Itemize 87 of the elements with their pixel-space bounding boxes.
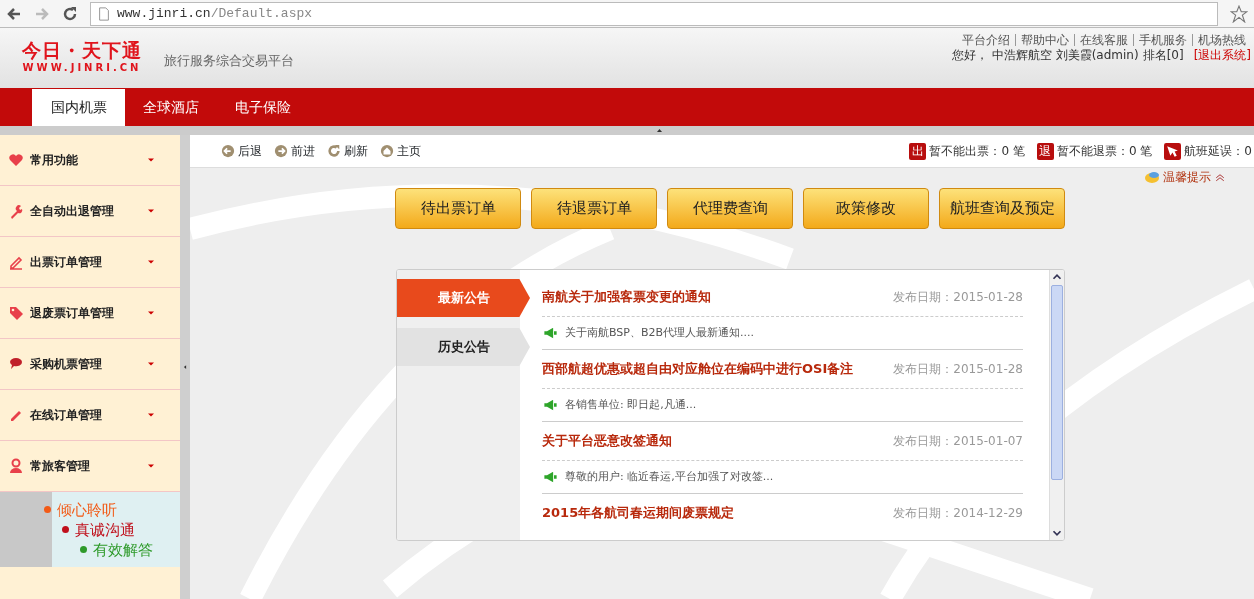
header-link[interactable]: 手机服务 <box>1133 34 1192 46</box>
toolbar-link[interactable]: 前进 <box>274 142 315 160</box>
status-badge: 退 <box>1036 142 1054 160</box>
site-subtitle: 旅行服务综合交易平台 <box>164 52 294 71</box>
status-text: 暂不能退票：0 笔 <box>1056 143 1153 160</box>
banner-slogan: 真诚沟通 <box>75 519 135 540</box>
header-link[interactable]: 在线客服 <box>1074 34 1133 46</box>
home-icon <box>380 144 394 158</box>
rank-text: 排名[0] <box>1142 47 1184 64</box>
greeting-text: 您好， <box>951 47 988 64</box>
notice-date: 发布日期：2015-01-07 <box>893 433 1023 450</box>
url-path: /Default.aspx <box>210 4 313 23</box>
sidebar-item-icon <box>8 203 24 219</box>
notice-title[interactable]: 2015年各航司春运期间废票规定 <box>542 503 735 523</box>
header-link[interactable]: 帮助中心 <box>1015 34 1074 46</box>
nav-tab[interactable]: 电子保险 <box>217 88 309 126</box>
caret-icon <box>146 258 156 266</box>
star-icon[interactable] <box>1230 4 1248 23</box>
megaphone-icon <box>542 326 559 340</box>
address-field[interactable]: www.jinri.cn/Default.aspx <box>90 1 1218 26</box>
sidebar-item-label[interactable]: 常用功能 <box>30 151 78 169</box>
status-text: 航班延误：0 <box>1184 143 1252 160</box>
double-chevron-icon[interactable] <box>1214 171 1226 183</box>
status-text: 暂不能出票：0 笔 <box>929 143 1025 160</box>
caret-icon <box>146 411 156 419</box>
status-badge: 出 <box>909 142 927 160</box>
notice-summary: 尊敬的用户: 临近春运,平台加强了对改签... <box>565 468 774 485</box>
header-link[interactable]: 平台介绍 <box>957 34 1015 46</box>
header-link[interactable]: 机场热线 <box>1192 34 1251 46</box>
caret-icon <box>146 360 156 368</box>
nav-tab[interactable]: 国内机票 <box>32 89 125 126</box>
notice-title[interactable]: 关于平台恶意改签通知 <box>542 431 672 451</box>
caret-icon <box>146 156 156 164</box>
caret-icon <box>146 309 156 317</box>
sidebar-item-icon <box>8 254 24 270</box>
collapse-arrow-icon[interactable] <box>654 126 664 134</box>
sidebar-item-icon <box>8 458 24 474</box>
forward-icon <box>274 144 288 158</box>
caret-icon <box>146 462 156 470</box>
sidebar-item-icon <box>8 356 24 372</box>
notice-tab[interactable]: 最新公告 <box>397 279 530 317</box>
banner-slogan: 倾心聆听 <box>57 499 117 520</box>
logo[interactable]: 今日・天下通 WWW.JINRI.CN <box>12 41 152 75</box>
quick-action-button[interactable]: 代理费查询 <box>667 188 793 229</box>
notice-summary: 关于南航BSP、B2B代理人最新通知.... <box>565 324 755 341</box>
toolbar-link[interactable]: 刷新 <box>327 142 368 160</box>
sidebar-item-label[interactable]: 采购机票管理 <box>30 355 102 373</box>
tip-link[interactable]: 温馨提示 <box>1163 168 1211 186</box>
cloud-icon <box>1144 169 1160 185</box>
reload-icon[interactable] <box>62 5 78 22</box>
notice-date: 发布日期：2015-01-28 <box>893 361 1023 378</box>
user-name: 中浩辉航空 刘美霞(admin) <box>991 47 1139 64</box>
quick-action-button[interactable]: 待出票订单 <box>395 188 521 229</box>
toolbar-link[interactable]: 主页 <box>380 142 421 160</box>
nav-tab[interactable]: 全球酒店 <box>125 88 217 126</box>
scrollbar[interactable] <box>1049 270 1064 540</box>
logout-link[interactable]: [退出系统] <box>1193 46 1251 64</box>
sidebar-item-label[interactable]: 退废票订单管理 <box>30 304 114 322</box>
sidebar-item-label[interactable]: 在线订单管理 <box>30 406 102 424</box>
scrollbar-thumb[interactable] <box>1051 285 1063 480</box>
sidebar-item-label[interactable]: 常旅客管理 <box>30 457 90 475</box>
collapse-arrow-icon[interactable] <box>182 363 188 371</box>
logo-url: WWW.JINRI.CN <box>22 61 142 75</box>
sidebar-item-label[interactable]: 出票订单管理 <box>30 253 102 271</box>
url-host: www.jinri.cn <box>117 4 211 23</box>
quick-action-button[interactable]: 待退票订单 <box>531 188 657 229</box>
back-arrow-icon[interactable] <box>6 5 22 22</box>
notice-title[interactable]: 南航关于加强客票变更的通知 <box>542 287 711 307</box>
caret-icon <box>146 207 156 215</box>
megaphone-icon <box>542 398 559 412</box>
sidebar-item-label[interactable]: 全自动出退管理 <box>30 202 114 220</box>
refresh-icon <box>327 144 341 158</box>
notice-title[interactable]: 西部航超优惠或超自由对应舱位在编码中进行OSI备注 <box>542 359 854 379</box>
quick-action-button[interactable]: 航班查询及预定 <box>939 188 1065 229</box>
notice-date: 发布日期：2015-01-28 <box>893 289 1023 306</box>
quick-action-button[interactable]: 政策修改 <box>803 188 929 229</box>
back-icon <box>221 144 235 158</box>
page-icon <box>97 5 111 22</box>
sidebar-item-icon <box>8 305 24 321</box>
notice-tab[interactable]: 历史公告 <box>397 328 530 366</box>
logo-title: 今日・天下通 <box>22 41 142 60</box>
sidebar-item-icon <box>8 152 24 168</box>
megaphone-icon <box>542 470 559 484</box>
notice-summary: 各销售单位: 即日起,凡通... <box>565 396 697 413</box>
banner-slogan: 有效解答 <box>93 539 153 560</box>
notice-date: 发布日期：2014-12-29 <box>893 505 1023 522</box>
toolbar-link[interactable]: 后退 <box>221 142 262 160</box>
